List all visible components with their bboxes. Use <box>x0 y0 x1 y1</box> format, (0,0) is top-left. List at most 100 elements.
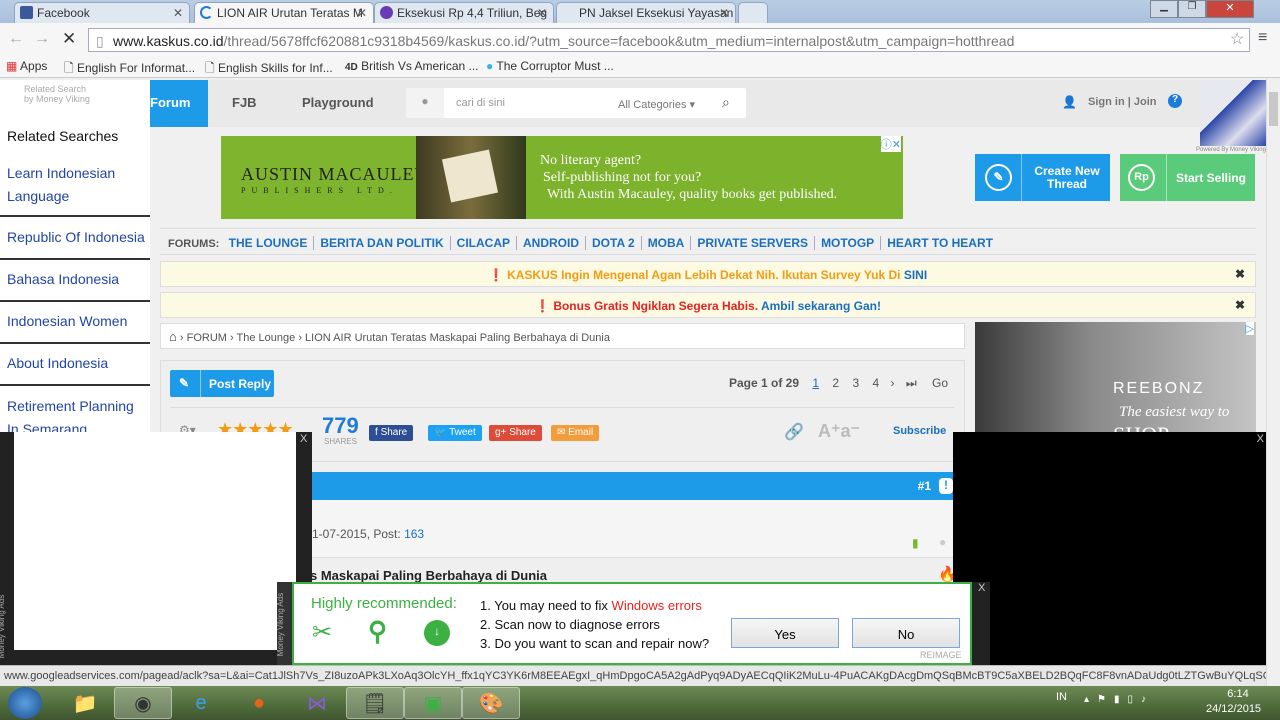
visual-studio-icon[interactable]: ⋈ <box>288 687 346 719</box>
star-icon[interactable]: ☆ <box>1230 29 1244 49</box>
forum-link[interactable]: MOTOGP <box>815 236 882 250</box>
notice-link[interactable]: SINI <box>904 268 927 282</box>
restore-button[interactable]: ❐ <box>1178 0 1206 18</box>
font-size-icon[interactable]: A⁺a⁻ <box>818 421 860 442</box>
bookmark[interactable]: 🗋 English For Informat... <box>64 59 195 80</box>
firefox-icon[interactable]: ● <box>230 687 288 719</box>
yes-button[interactable]: Yes <box>731 618 839 648</box>
adchoices-icon[interactable]: ⓘ✕ <box>880 136 901 152</box>
breadcrumb-lounge[interactable]: The Lounge <box>237 332 296 344</box>
close-icon[interactable]: ✕ <box>357 6 367 20</box>
new-tab-button[interactable] <box>738 2 768 23</box>
last-page-icon[interactable]: ⏭ <box>906 376 917 390</box>
gift-icon[interactable]: ▮ <box>912 536 919 550</box>
email-button[interactable]: ✉ Email <box>551 425 600 441</box>
close-icon[interactable]: ✕ <box>537 6 547 20</box>
subscribe-link[interactable]: Subscribe <box>893 425 946 437</box>
forward-icon[interactable]: → <box>34 30 50 48</box>
tab-eksekusi[interactable]: Eksekusi Rp 4,4 Triliun, Beg ✕ <box>374 2 554 23</box>
paint-icon[interactable]: 🎨 <box>462 687 520 719</box>
nav-forum[interactable]: Forum <box>150 80 208 127</box>
close-overlay-button[interactable]: X <box>300 433 307 445</box>
search-input[interactable]: cari di sini <box>456 97 505 109</box>
close-icon[interactable]: ✖ <box>1235 267 1245 281</box>
corner-ad[interactable] <box>1200 80 1266 146</box>
gplus-share-button[interactable]: g+ Share <box>489 425 542 441</box>
bookmark[interactable]: 🗋 English Skills for Inf... <box>205 59 333 80</box>
search-icon[interactable]: ⌕ <box>722 94 730 111</box>
related-item[interactable]: Indonesian Women <box>7 310 147 333</box>
tab-lion-air[interactable]: LION AIR Urutan Teratas M ✕ <box>194 2 374 23</box>
bookmark[interactable]: ● The Corruptor Must ... <box>486 59 614 73</box>
forum-link[interactable]: DOTA 2 <box>586 236 642 250</box>
tab-pn-jaksel[interactable]: PN Jaksel Eksekusi Yayasan ✕ <box>556 2 736 23</box>
forum-link[interactable]: ANDROID <box>517 236 587 250</box>
scrollbar[interactable] <box>1266 78 1280 686</box>
breadcrumb-forum[interactable]: FORUM <box>187 332 227 344</box>
ie-icon[interactable]: e <box>172 687 230 719</box>
tab-facebook[interactable]: Facebook ✕ <box>14 2 190 23</box>
close-icon[interactable]: ✖ <box>1235 298 1245 312</box>
clock-date[interactable]: 24/12/2015 <box>1206 703 1261 715</box>
signin-link[interactable]: Sign in | Join <box>1088 96 1156 108</box>
forum-link[interactable]: MOBA <box>641 236 692 250</box>
help-icon[interactable]: ? <box>1168 94 1182 108</box>
notes-icon[interactable]: 🗒 <box>346 687 404 719</box>
page-link[interactable]: 3 <box>852 376 859 390</box>
notice-link[interactable]: Ambil sekarang Gan! <box>761 299 881 313</box>
related-item[interactable]: About Indonesia <box>7 352 147 375</box>
adchoices-icon[interactable]: ▷ <box>1245 322 1254 335</box>
start-selling-button[interactable]: Rp Start Selling <box>1120 154 1255 201</box>
forum-link[interactable]: THE LOUNGE <box>222 236 315 250</box>
start-button[interactable] <box>8 687 42 719</box>
related-item[interactable]: Learn Indonesian Language <box>7 162 147 208</box>
close-popup-button[interactable]: X <box>978 582 985 594</box>
language-indicator[interactable]: IN <box>1056 691 1067 703</box>
notice-text: Bonus Gratis Ngiklan Segera Habis. <box>553 299 759 313</box>
create-thread-button[interactable]: ✎ Create New Thread <box>975 154 1110 201</box>
go-button[interactable]: Go <box>932 376 948 390</box>
home-icon[interactable]: ⌂ <box>169 329 177 344</box>
report-icon[interactable]: ! <box>939 478 953 494</box>
emoji-icon[interactable]: ● <box>939 535 946 549</box>
no-button[interactable]: No <box>852 618 960 648</box>
close-overlay-button[interactable]: X <box>1257 433 1264 445</box>
close-icon[interactable]: ✕ <box>719 6 729 20</box>
page-link[interactable]: 1 <box>812 376 819 390</box>
menu-icon[interactable]: ≡ <box>1258 29 1267 47</box>
link-icon[interactable]: 🔗 <box>784 422 804 442</box>
explorer-icon[interactable]: 📁 <box>56 687 114 719</box>
back-icon[interactable]: ← <box>8 30 24 48</box>
tray-icons[interactable]: ▴⚑▮▯♪ <box>1084 694 1154 705</box>
page-link[interactable]: 2 <box>832 376 839 390</box>
taskbar: 📁 ◉ e ● ⋈ 🗒 ▣ 🎨 IN ▴⚑▮▯♪ 6:14 24/12/2015 <box>0 686 1280 720</box>
minimize-button[interactable]: ▁ <box>1150 0 1178 18</box>
close-icon[interactable]: ✕ <box>173 6 183 20</box>
ad-banner[interactable]: AUSTIN MACAULEY PUBLISHERS LTD. No liter… <box>221 136 903 219</box>
forum-link[interactable]: PRIVATE SERVERS <box>691 236 816 250</box>
reebonz-ad[interactable]: REEBONZ The easiest way to SHOP ▷ <box>975 322 1256 432</box>
bookmark[interactable]: 4D British Vs American ... <box>345 59 479 73</box>
app-icon[interactable]: ▣ <box>404 687 462 719</box>
forum-link[interactable]: HEART TO HEART <box>881 236 999 250</box>
stop-icon[interactable]: ✕ <box>62 29 76 49</box>
clock-time[interactable]: 6:14 <box>1216 688 1260 700</box>
address-bar[interactable]: ▯ www.kaskus.co.id/thread/5678ffcf620881c… <box>88 28 1250 52</box>
next-page-icon[interactable]: › <box>891 376 895 390</box>
bookmark-apps[interactable]: ▦ Apps <box>6 59 47 73</box>
forum-link[interactable]: BERITA DAN POLITIK <box>314 236 451 250</box>
close-window-button[interactable]: ✕ <box>1206 0 1254 18</box>
related-item[interactable]: Republic Of Indonesia <box>7 226 147 249</box>
forum-link[interactable]: CILACAP <box>450 236 518 250</box>
tweet-button[interactable]: 🐦 Tweet <box>428 425 482 441</box>
category-select[interactable]: All Categories ▾ <box>618 98 695 111</box>
related-item[interactable]: Bahasa Indonesia <box>7 268 147 291</box>
facebook-share-button[interactable]: f Share <box>369 425 414 441</box>
nav-playground[interactable]: Playground <box>302 95 374 110</box>
nav-fjb[interactable]: FJB <box>232 95 257 110</box>
related-item[interactable]: Retirement Planning In Semarang <box>7 395 147 432</box>
chrome-icon[interactable]: ◉ <box>114 687 172 719</box>
post-reply-button[interactable]: ✎ Post Reply <box>170 370 274 397</box>
scrollbar-thumb[interactable] <box>1269 92 1278 126</box>
page-link[interactable]: 4 <box>872 376 879 390</box>
